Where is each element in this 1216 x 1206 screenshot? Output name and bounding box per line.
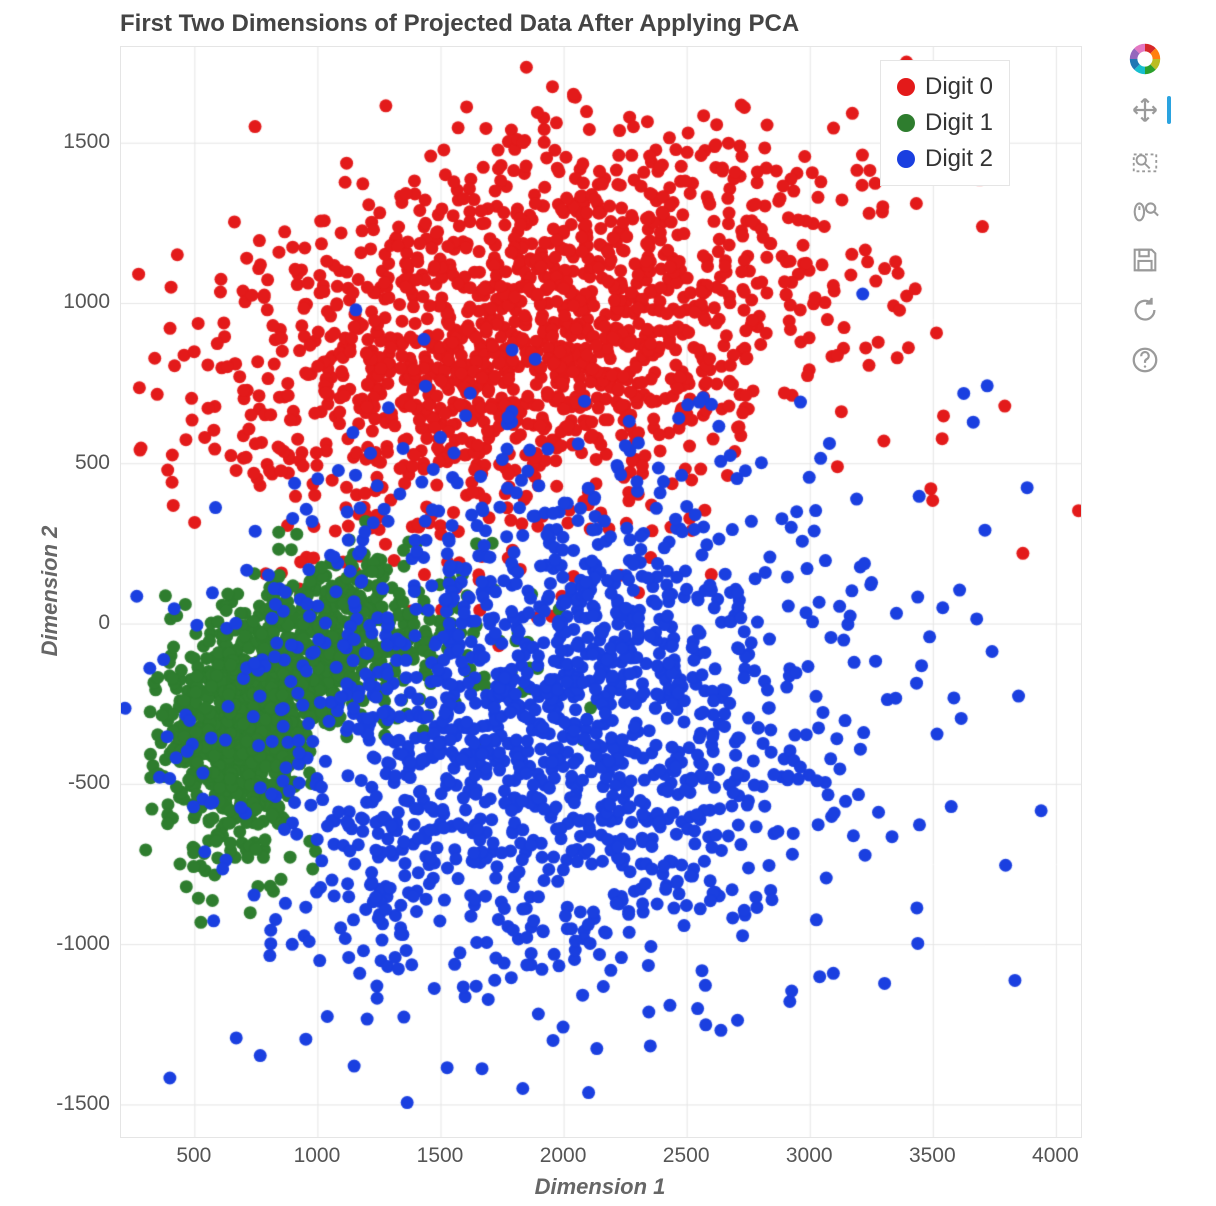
help-tool-icon[interactable] (1127, 342, 1163, 378)
y-tick-label: 500 (20, 451, 110, 475)
legend[interactable]: Digit 0 Digit 1 Digit 2 (880, 60, 1010, 186)
legend-swatch-icon (897, 78, 915, 96)
y-tick-label: 1500 (20, 130, 110, 154)
y-tick-label: 0 (20, 611, 110, 635)
x-tick-label: 3000 (786, 1144, 833, 1168)
chart-area: First Two Dimensions of Projected Data A… (20, 10, 1100, 1200)
reset-tool-icon[interactable] (1127, 292, 1163, 328)
legend-label: Digit 1 (925, 109, 993, 137)
y-tick-label: -1000 (20, 932, 110, 956)
legend-label: Digit 0 (925, 73, 993, 101)
page-root: First Two Dimensions of Projected Data A… (0, 0, 1216, 1206)
x-tick-label: 3500 (909, 1144, 956, 1168)
x-tick-label: 500 (176, 1144, 211, 1168)
x-tick-label: 1000 (294, 1144, 341, 1168)
scatter-plot-canvas[interactable] (120, 46, 1082, 1138)
y-tick-label: -500 (20, 771, 110, 795)
legend-item[interactable]: Digit 2 (895, 141, 995, 177)
chart-title: First Two Dimensions of Projected Data A… (120, 10, 799, 38)
legend-item[interactable]: Digit 0 (895, 69, 995, 105)
bokeh-logo-icon[interactable] (1126, 40, 1164, 78)
legend-swatch-icon (897, 150, 915, 168)
save-tool-icon[interactable] (1127, 242, 1163, 278)
x-tick-label: 2500 (663, 1144, 710, 1168)
legend-label: Digit 2 (925, 145, 993, 173)
x-tick-label: 2000 (540, 1144, 587, 1168)
legend-item[interactable]: Digit 1 (895, 105, 995, 141)
y-axis-label: Dimension 2 (37, 526, 63, 657)
legend-swatch-icon (897, 114, 915, 132)
x-axis-label: Dimension 1 (535, 1174, 666, 1200)
toolbar (1120, 40, 1170, 378)
y-tick-label: 1000 (20, 290, 110, 314)
pan-tool-icon[interactable] (1127, 92, 1163, 128)
x-tick-label: 1500 (417, 1144, 464, 1168)
y-tick-label: -1500 (20, 1092, 110, 1116)
box-zoom-tool-icon[interactable] (1127, 142, 1163, 178)
wheel-zoom-tool-icon[interactable] (1127, 192, 1163, 228)
x-tick-label: 4000 (1032, 1144, 1079, 1168)
